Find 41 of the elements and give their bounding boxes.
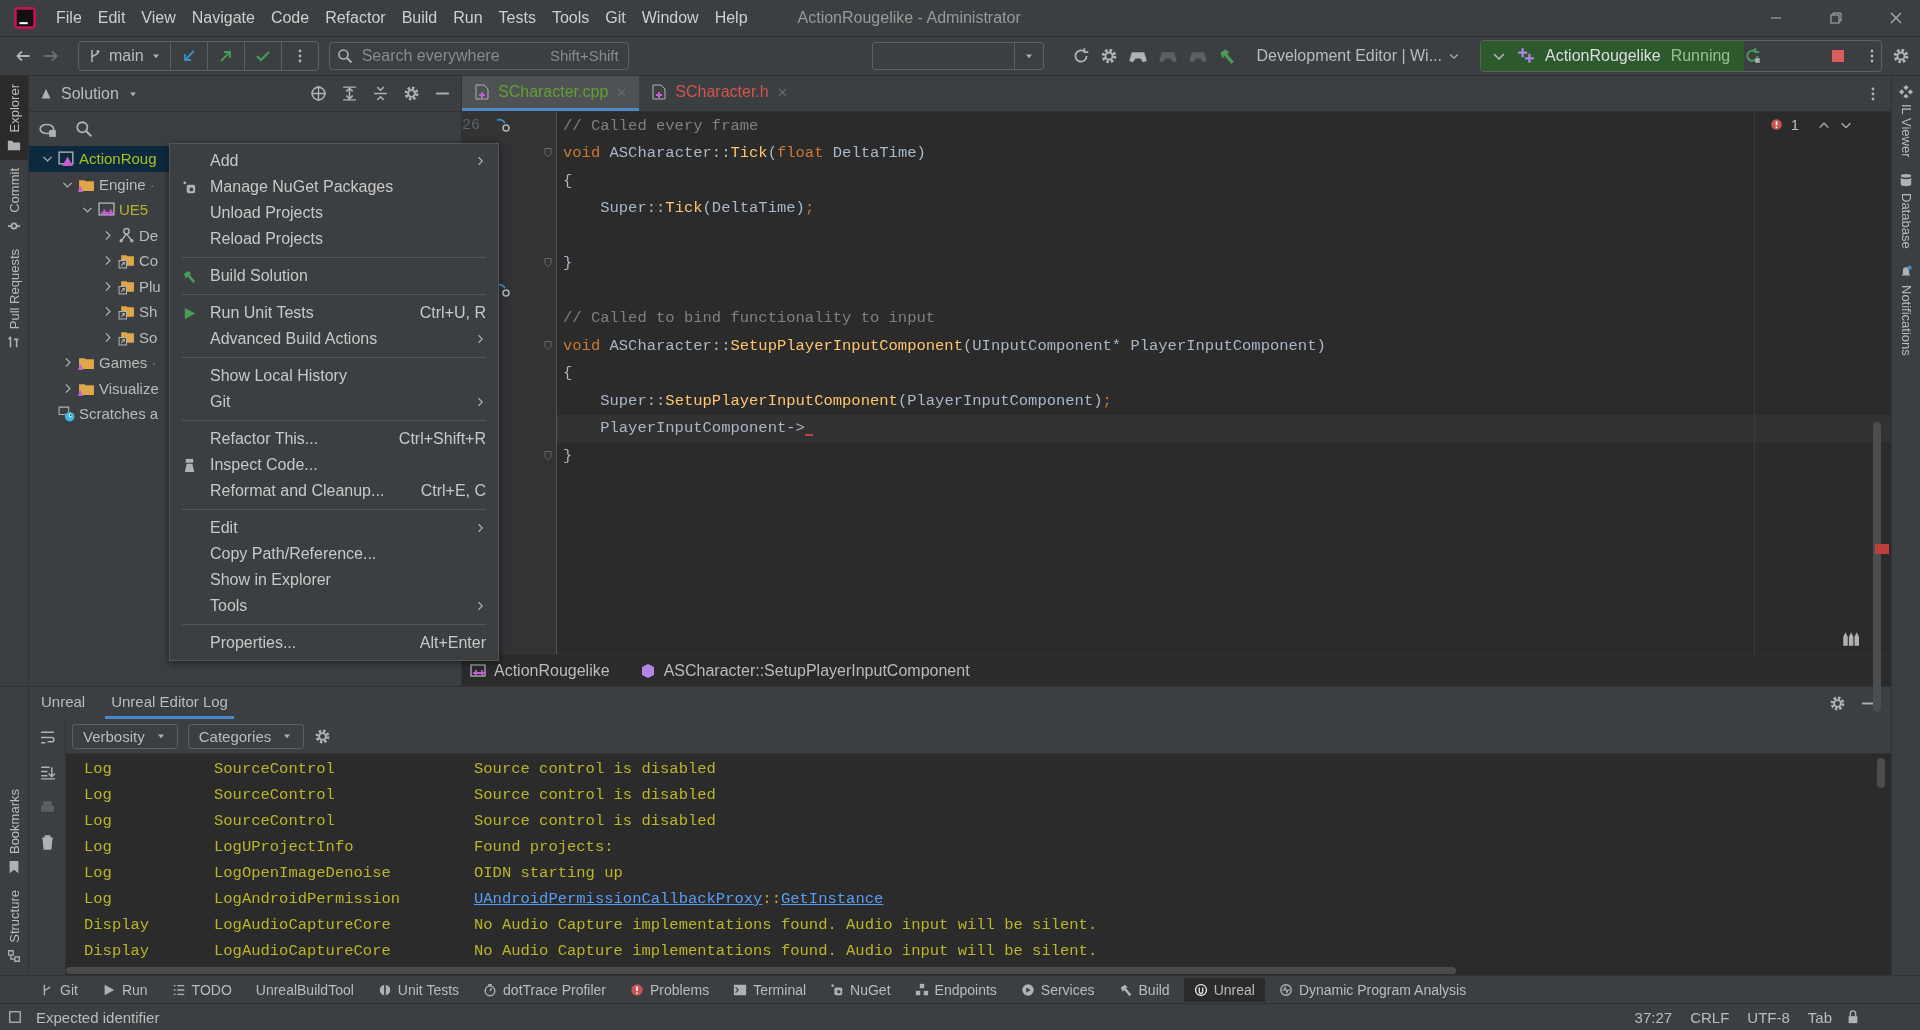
code-line: }: [563, 446, 573, 465]
log-category: LogAudioCaptureCore: [214, 916, 392, 934]
run-state: Running: [1670, 47, 1731, 65]
log-verbosity: Log: [83, 786, 113, 804]
log-message: Found projects:: [474, 838, 614, 856]
log-category: SourceControl: [214, 786, 336, 804]
log-category: SourceControl: [214, 812, 336, 830]
code-line: }: [563, 254, 573, 273]
status-message: Expected identifier: [36, 1008, 160, 1026]
code-line: {: [563, 171, 573, 190]
log-message: No Audio Capture implementations found. Audio input will be silent.: [474, 942, 1098, 960]
log-verbosity: Log: [83, 864, 113, 882]
separator-dot: ·: [149, 175, 155, 193]
shortcut-hint: Shift+Shift: [549, 47, 619, 64]
log-category: SourceControl: [214, 760, 336, 778]
code-line: void ASCharacter::Tick(float DeltaTime): [563, 144, 926, 163]
code-line: // Called every frame: [563, 116, 759, 135]
log-message: ::: [762, 890, 781, 908]
log-message: Source control is disabled: [474, 786, 716, 804]
window-title: ActionRougelike - Administrator: [797, 9, 1021, 27]
log-message: Source control is disabled: [474, 812, 716, 830]
code-line: Super::SetupPlayerInputComponent(PlayerInputComponent);: [599, 391, 1112, 410]
log-message: No Audio Capture implementations found. Audio input will be silent.: [474, 916, 1098, 934]
log-category: LogAudioCaptureCore: [214, 942, 392, 960]
log-verbosity: Log: [83, 812, 113, 830]
log-category: LogAndroidPermission: [214, 890, 402, 908]
code-line: void ASCharacter::SetupPlayerInputComponent(UInputComponent* PlayerInputComponent): [563, 336, 1326, 355]
code-line: // Called to bind functionality to input: [563, 309, 936, 328]
log-verbosity: Display: [83, 916, 151, 934]
log-message: Source control is disabled: [474, 760, 716, 778]
log-verbosity: Display: [83, 942, 151, 960]
log-category: LogUProjectInfo: [214, 838, 355, 856]
code-line: Super::Tick(DeltaTime);: [599, 199, 815, 218]
code-line: {: [563, 364, 573, 383]
log-category: LogOpenImageDenoise: [214, 864, 392, 882]
log-verbosity: Log: [83, 890, 113, 908]
code-line: PlayerInputComponent->: [599, 419, 805, 438]
log-verbosity: Log: [83, 760, 113, 778]
log-verbosity: Log: [83, 838, 113, 856]
separator-dot: ·: [151, 354, 157, 372]
log-message: OIDN starting up: [474, 864, 623, 882]
